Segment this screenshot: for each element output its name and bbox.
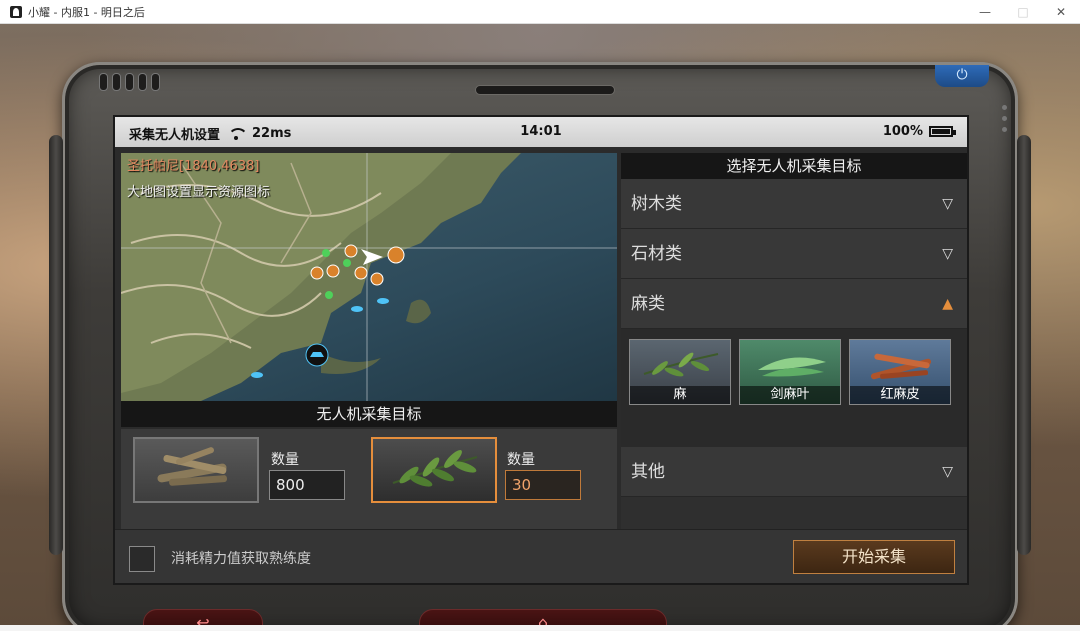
wood-icon <box>157 447 228 486</box>
hemp-leaf-icon <box>392 450 478 487</box>
category-other[interactable]: 其他 ▽ <box>621 447 967 497</box>
game-background: ⏻ 采集无人机设置 22ms 14:01 100% 圣托帕尼[1840,4638… <box>0 24 1080 631</box>
side-dots <box>1002 105 1007 132</box>
top-slot <box>475 85 615 95</box>
chevron-down-icon: ▽ <box>942 246 953 262</box>
power-icon: ⏻ <box>956 67 968 83</box>
tablet-device: ⏻ 采集无人机设置 22ms 14:01 100% 圣托帕尼[1840,4638… <box>49 62 1031 631</box>
chevron-down-icon: ▽ <box>942 196 953 212</box>
hemp-item-list: 麻 剑麻叶 红麻皮 <box>621 329 967 447</box>
maximize-button[interactable]: □ <box>1004 5 1042 19</box>
app-icon <box>10 5 22 18</box>
window-titlebar: 小耀 - 内服1 - 明日之后 — □ ✕ <box>0 0 1080 24</box>
category-hemp[interactable]: 麻类 ▲ <box>621 279 967 329</box>
map-hint: 大地图设置显示资源图标 <box>127 185 271 200</box>
quantity-field-wood[interactable]: 800 <box>269 470 345 500</box>
item-label: 红麻皮 <box>850 386 950 404</box>
category-panel: 树木类 ▽ 石材类 ▽ 麻类 ▲ 麻 剑麻叶 红麻皮 其他 ▽ <box>621 179 967 529</box>
battery-icon <box>929 126 956 137</box>
speaker-grille <box>99 73 160 91</box>
sisal-leaf-icon <box>758 357 826 377</box>
window-title: 小耀 - 内服1 - 明日之后 <box>28 5 145 19</box>
item-kenaf-bark[interactable]: 红麻皮 <box>849 339 951 405</box>
chevron-up-icon: ▲ <box>942 296 953 312</box>
map-coordinates: 圣托帕尼[1840,4638] <box>127 159 260 174</box>
category-stone[interactable]: 石材类 ▽ <box>621 229 967 279</box>
category-wood[interactable]: 树木类 ▽ <box>621 179 967 229</box>
quantity-label: 数量 <box>507 452 535 468</box>
tablet-screen: 采集无人机设置 22ms 14:01 100% 圣托帕尼[1840,4638] … <box>113 115 969 585</box>
item-hemp[interactable]: 麻 <box>629 339 731 405</box>
category-label: 麻类 <box>631 294 665 314</box>
battery-percent: 100% <box>882 124 923 139</box>
chevron-down-icon: ▽ <box>942 464 953 480</box>
start-gather-button[interactable]: 开始采集 <box>793 540 955 574</box>
hemp-icon <box>643 352 719 377</box>
category-label: 其他 <box>631 462 665 482</box>
select-section-title: 选择无人机采集目标 <box>621 153 967 179</box>
item-label: 剑麻叶 <box>740 386 840 404</box>
bottom-bar: 消耗精力值获取熟练度 开始采集 <box>115 529 967 583</box>
target-slot-hemp[interactable] <box>371 437 497 503</box>
status-bar: 采集无人机设置 22ms 14:01 100% <box>115 117 967 147</box>
power-button[interactable]: ⏻ <box>935 65 989 87</box>
item-sisal-leaf[interactable]: 剑麻叶 <box>739 339 841 405</box>
right-rail <box>1017 135 1031 555</box>
clock: 14:01 <box>520 124 562 139</box>
kenaf-bark-icon <box>870 353 932 380</box>
minimize-button[interactable]: — <box>966 5 1004 19</box>
left-rail <box>49 135 63 555</box>
quantity-label: 数量 <box>271 452 299 468</box>
proficiency-label: 消耗精力值获取熟练度 <box>171 551 311 567</box>
bottom-strip <box>0 625 1080 631</box>
target-slot-wood[interactable] <box>133 437 259 503</box>
target-slots: 数量 800 数量 30 <box>121 429 617 529</box>
target-section-title: 无人机采集目标 <box>121 401 617 427</box>
item-label: 麻 <box>630 386 730 404</box>
quantity-field-hemp[interactable]: 30 <box>505 470 581 500</box>
resource-map[interactable]: 圣托帕尼[1840,4638] 大地图设置显示资源图标 <box>121 153 617 401</box>
close-button[interactable]: ✕ <box>1042 5 1080 19</box>
proficiency-checkbox[interactable] <box>129 546 155 572</box>
category-label: 树木类 <box>631 194 682 214</box>
category-label: 石材类 <box>631 244 682 264</box>
